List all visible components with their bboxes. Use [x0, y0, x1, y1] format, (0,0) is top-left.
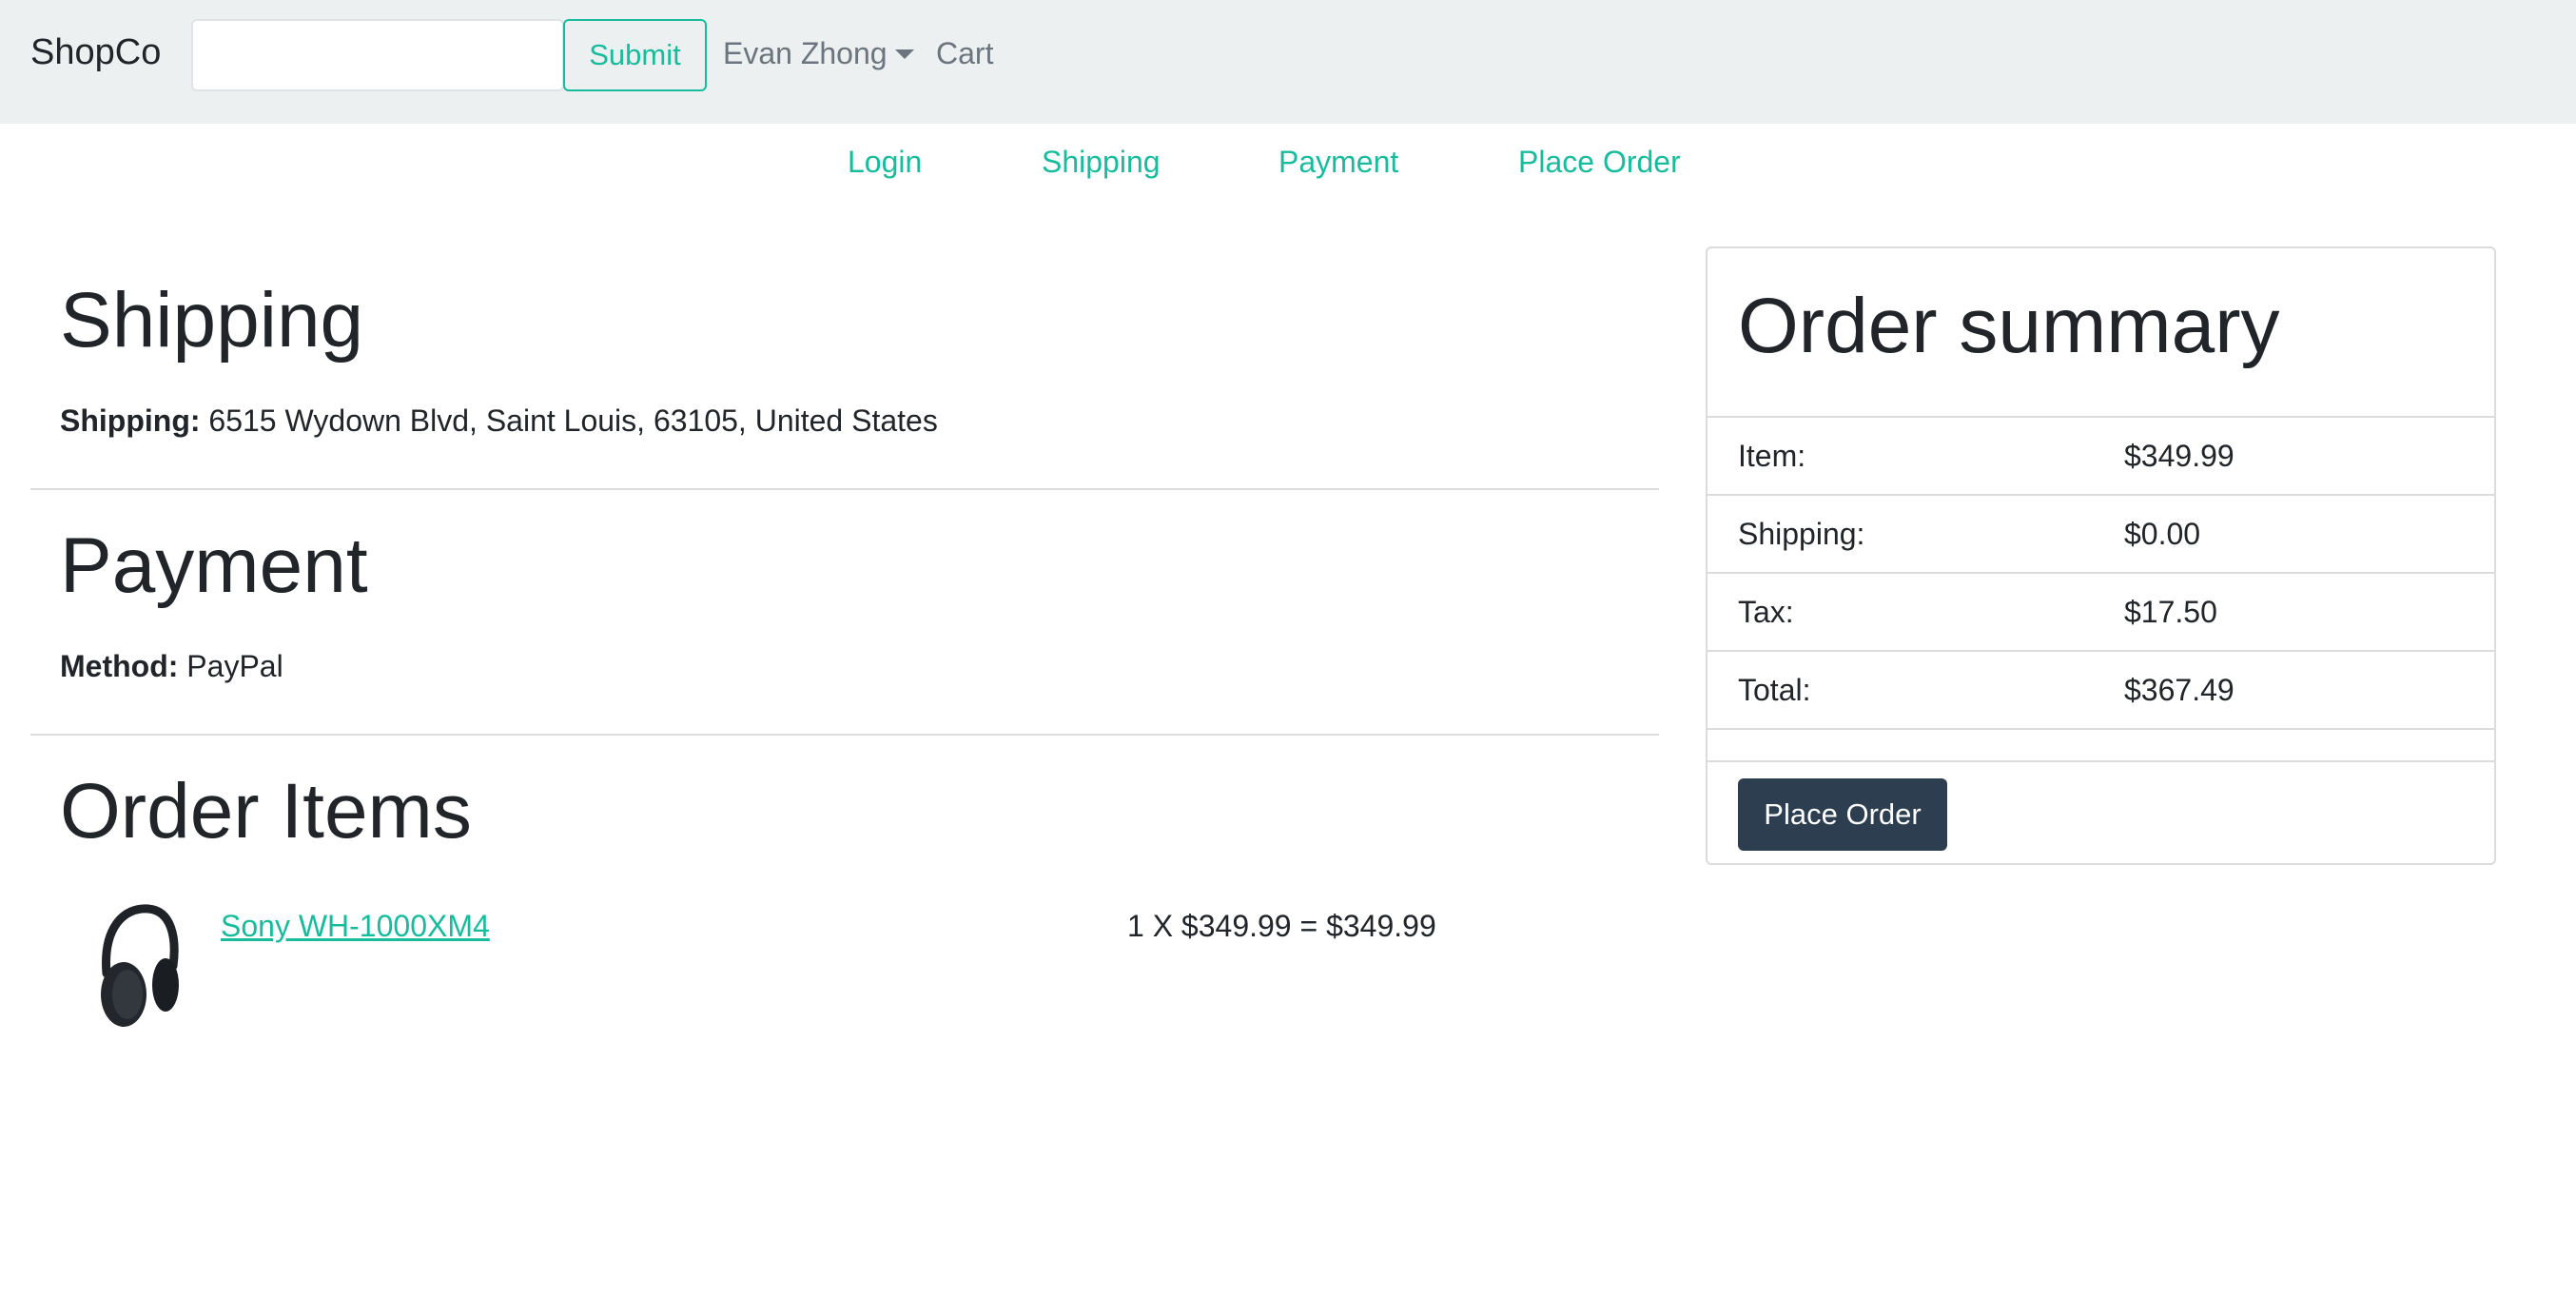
summary-value: $17.50: [2124, 595, 2217, 629]
summary-row-item: Item: $349.99: [1708, 416, 2494, 494]
payment-detail: Method: PayPal: [60, 649, 283, 684]
shipping-label: Shipping:: [60, 403, 201, 438]
payment-heading: Payment: [60, 522, 368, 609]
summary-row-total: Total: $367.49: [1708, 650, 2494, 728]
summary-value: $367.49: [2124, 673, 2234, 707]
summary-label: Shipping:: [1738, 517, 1865, 551]
user-dropdown[interactable]: Evan Zhong: [723, 36, 914, 71]
step-place-order[interactable]: Place Order: [1518, 145, 1681, 180]
summary-row-tax: Tax: $17.50: [1708, 572, 2494, 650]
brand-logo[interactable]: ShopCo: [30, 32, 161, 73]
step-shipping[interactable]: Shipping: [1042, 145, 1161, 180]
order-summary-heading: Order summary: [1738, 283, 2280, 369]
summary-empty-row: [1708, 728, 2494, 760]
submit-button[interactable]: Submit: [563, 19, 707, 91]
summary-label: Tax:: [1738, 595, 1794, 629]
user-name: Evan Zhong: [723, 36, 888, 70]
caret-down-icon: [894, 49, 914, 59]
product-link[interactable]: Sony WH-1000XM4: [221, 909, 490, 944]
summary-actions: Place Order: [1708, 760, 2494, 863]
step-payment[interactable]: Payment: [1278, 145, 1398, 180]
cart-link[interactable]: Cart: [936, 36, 993, 71]
shipping-heading: Shipping: [60, 277, 364, 364]
order-items-heading: Order Items: [60, 768, 472, 855]
order-summary-card: Order summary Item: $349.99 Shipping: $0…: [1706, 246, 2496, 865]
divider: [30, 488, 1659, 490]
shipping-detail: Shipping: 6515 Wydown Blvd, Saint Louis,…: [60, 403, 938, 439]
shipping-address: 6515 Wydown Blvd, Saint Louis, 63105, Un…: [208, 403, 938, 438]
step-login[interactable]: Login: [848, 145, 922, 180]
summary-label: Item:: [1738, 439, 1806, 473]
top-navbar: ShopCo Submit Evan Zhong Cart: [0, 0, 2576, 124]
summary-label: Total:: [1738, 673, 1811, 707]
payment-method-value: PayPal: [186, 649, 283, 683]
summary-value: $0.00: [2124, 517, 2201, 551]
headphones-icon[interactable]: [86, 899, 181, 1032]
place-order-button[interactable]: Place Order: [1738, 778, 1947, 851]
item-price-calc: 1 X $349.99 = $349.99: [1127, 909, 1436, 943]
divider: [30, 734, 1659, 736]
payment-method-label: Method:: [60, 649, 179, 683]
summary-value: $349.99: [2124, 439, 2234, 473]
search-input[interactable]: [191, 19, 564, 91]
summary-row-shipping: Shipping: $0.00: [1708, 494, 2494, 572]
